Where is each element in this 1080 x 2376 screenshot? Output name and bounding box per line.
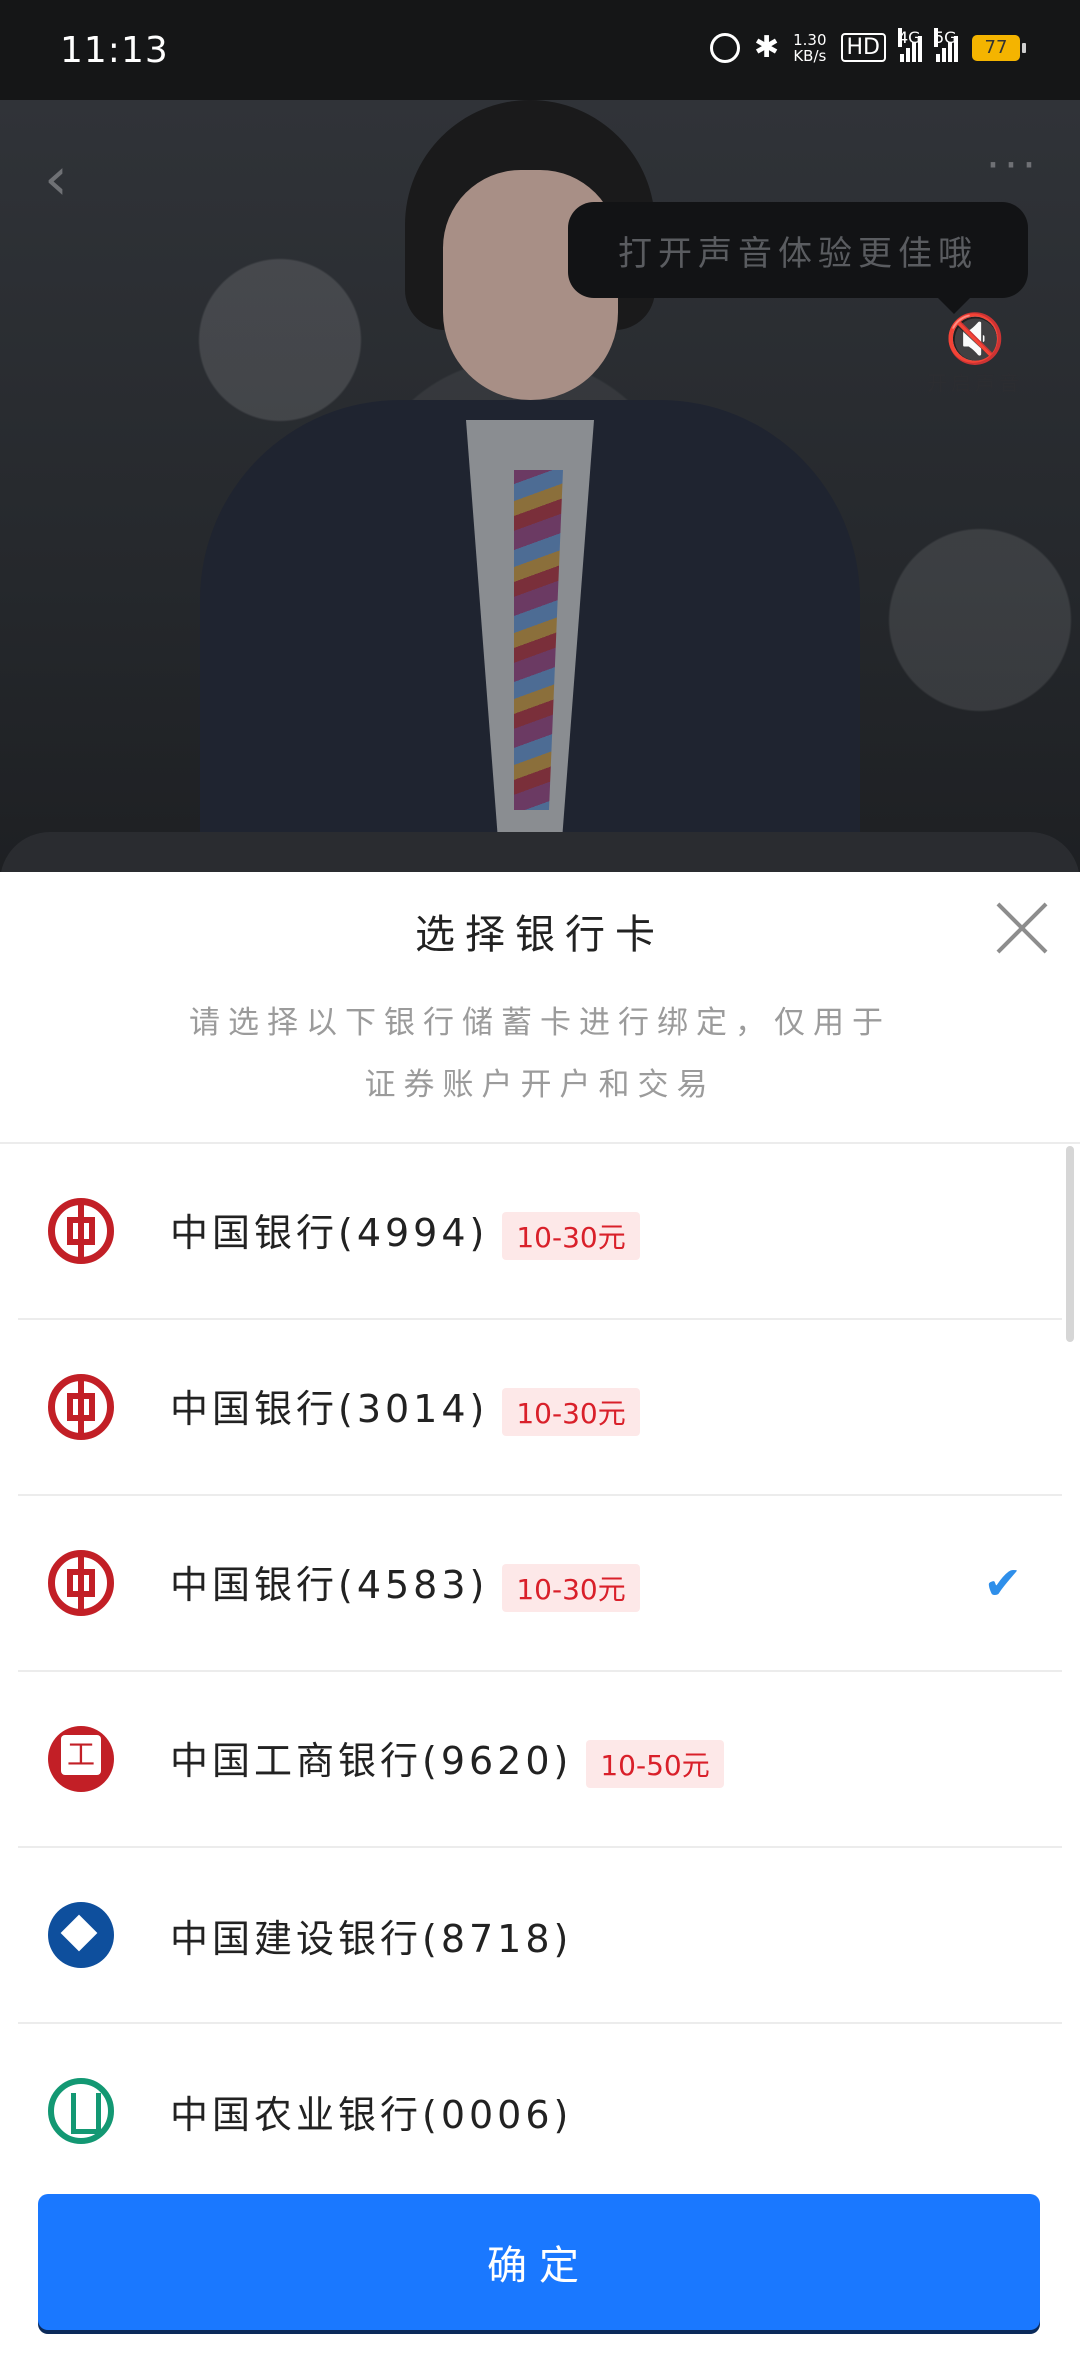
- sig-5g-label: 5G: [934, 27, 957, 47]
- bank-row[interactable]: 中国银行(3014) 10-30元: [18, 1320, 1062, 1496]
- subtitle-line-1: 请选择以下银行储蓄卡进行绑定，仅用于: [189, 1005, 891, 1041]
- confirm-button[interactable]: 确定: [38, 2194, 1040, 2330]
- bank-row-selected[interactable]: 中国银行(4583) 10-30元 ✔: [18, 1496, 1062, 1672]
- fee-badge: 10-50元: [586, 1739, 724, 1788]
- net-speed-value: 1.30: [793, 30, 827, 49]
- icbc-logo-icon: [48, 1726, 114, 1792]
- bank-name: 中国银行(4994): [170, 1211, 489, 1256]
- boc-logo-icon: [48, 1198, 114, 1264]
- battery-icon: 77: [972, 34, 1026, 61]
- bluetooth-icon: ✱: [753, 30, 780, 65]
- back-chevron-icon[interactable]: ‹: [44, 144, 68, 214]
- signal-4g-icon: 4G: [898, 27, 922, 62]
- bank-row-text: 中国工商银行(9620) 10-50元: [170, 1730, 724, 1788]
- abc-logo-icon: [48, 2078, 114, 2144]
- bank-row-text: 中国建设银行(8718): [170, 1908, 572, 1963]
- bank-name: 中国农业银行(0006): [170, 2092, 573, 2137]
- bank-card-sheet: 选择银行卡 请选择以下银行储蓄卡进行绑定，仅用于 证券账户开户和交易 中国银行(…: [0, 872, 1080, 2376]
- ccb-logo-icon: [48, 1902, 114, 1968]
- status-icons: ✱ 1.30 KB/s HD 4G 5G 77: [709, 27, 1026, 65]
- video-area[interactable]: ‹ ··· 打开声音体验更佳哦 🔇 开启声音: [0, 100, 1080, 900]
- bank-name: 中国建设银行(8718): [170, 1916, 573, 1961]
- checkmark-icon: ✔: [983, 1556, 1022, 1610]
- status-bar: 11:13 ✱ 1.30 KB/s HD 4G 5G 77: [0, 0, 1080, 100]
- signal-5g-icon: 5G: [934, 27, 958, 62]
- sheet-subtitle: 请选择以下银行储蓄卡进行绑定，仅用于 证券账户开户和交易: [140, 992, 940, 1116]
- sound-tooltip: 打开声音体验更佳哦: [568, 202, 1028, 314]
- network-speed: 1.30 KB/s: [793, 32, 826, 64]
- bank-row-text: 中国银行(3014) 10-30元: [170, 1378, 640, 1436]
- bank-row[interactable]: 中国建设银行(8718): [18, 1848, 1062, 2024]
- fee-badge: 10-30元: [502, 1563, 640, 1612]
- list-scrollbar[interactable]: [1066, 1146, 1074, 1342]
- status-time: 11:13: [60, 30, 169, 71]
- bank-list: 中国银行(4994) 10-30元 中国银行(3014) 10-30元 中国银行(4…: [0, 1142, 1080, 2198]
- boc-logo-icon: [48, 1374, 114, 1440]
- sound-toggle-label: 开启声音: [927, 371, 1023, 395]
- sig-4g-label: 4G: [898, 27, 921, 47]
- bank-name: 中国银行(3014): [170, 1387, 489, 1432]
- bank-row-text: 中国农业银行(0006): [170, 2084, 572, 2139]
- bank-row-text: 中国银行(4994) 10-30元: [170, 1202, 640, 1260]
- bank-row[interactable]: 中国农业银行(0006): [18, 2024, 1062, 2198]
- close-icon[interactable]: [994, 900, 1050, 956]
- sheet-title: 选择银行卡: [415, 912, 665, 958]
- bank-row[interactable]: 中国银行(4994) 10-30元: [18, 1144, 1062, 1320]
- subtitle-line-2: 证券账户开户和交易: [364, 1067, 716, 1103]
- fee-badge: 10-30元: [502, 1387, 640, 1436]
- bank-name: 中国银行(4583): [170, 1563, 489, 1608]
- alarm-icon: [709, 32, 740, 63]
- net-speed-unit: KB/s: [793, 46, 827, 65]
- speaker-muted-icon: 🔇: [945, 311, 1005, 367]
- more-options-icon[interactable]: ···: [986, 140, 1040, 191]
- bank-row[interactable]: 中国工商银行(9620) 10-50元: [18, 1672, 1062, 1848]
- bank-row-text: 中国银行(4583) 10-30元: [170, 1554, 640, 1612]
- sound-toggle-button[interactable]: 🔇 开启声音: [920, 310, 1030, 396]
- fee-badge: 10-30元: [502, 1211, 640, 1260]
- boc-logo-icon: [48, 1550, 114, 1616]
- hd-icon: HD: [840, 33, 886, 62]
- bank-name: 中国工商银行(9620): [170, 1739, 573, 1784]
